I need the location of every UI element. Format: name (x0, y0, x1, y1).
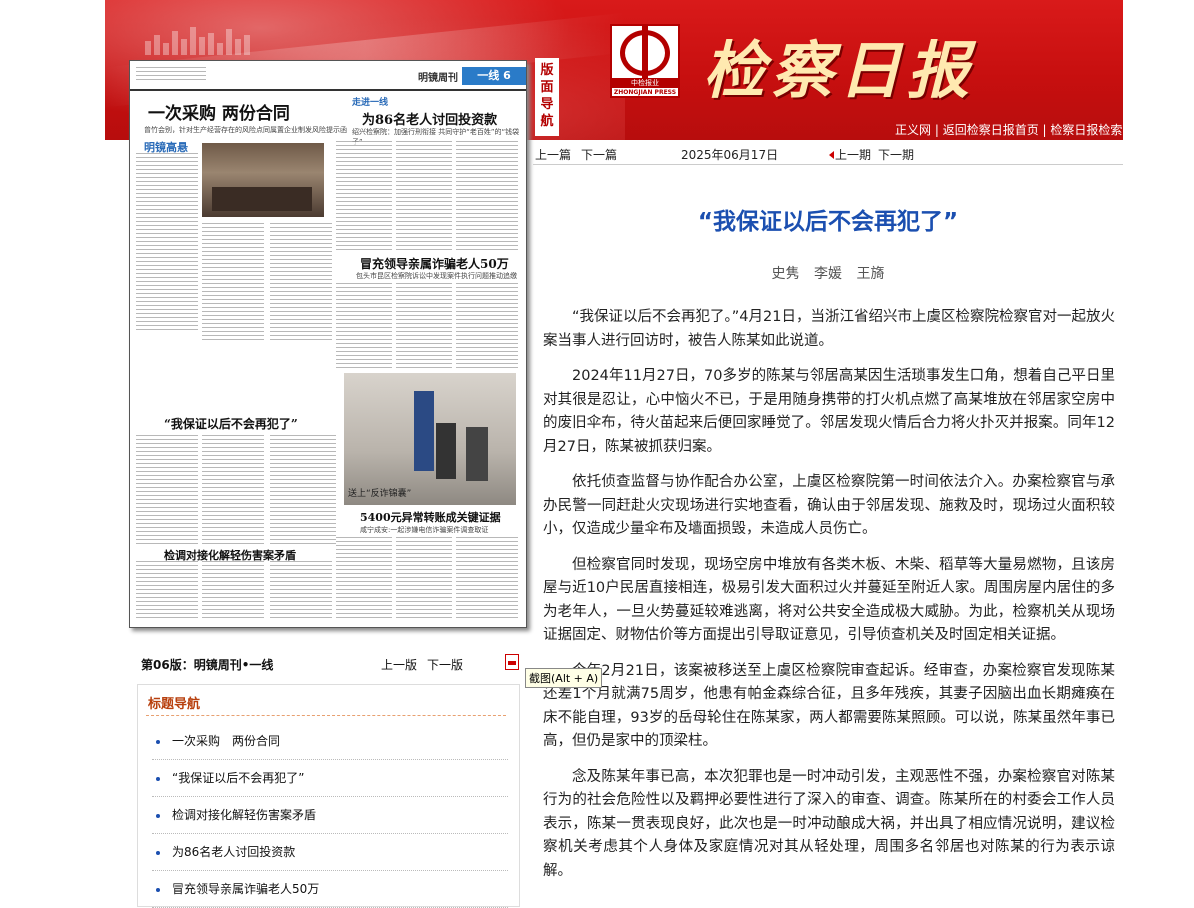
next-article-link[interactable]: 下一篇 (581, 146, 617, 163)
screenshot-tooltip: 截图(Alt + A) (525, 668, 603, 688)
logo-text: 中检报业 (612, 78, 678, 88)
layout-nav-tag: 版面导航 (535, 58, 559, 136)
court-photo (202, 143, 324, 217)
photo-caption: 送上“反诈锦囊” (348, 489, 412, 499)
title-nav-item[interactable]: 检调对接化解轻伤害案矛盾 (152, 797, 508, 834)
title-nav-item[interactable]: 为86名老人讨回投资款 (152, 834, 508, 871)
page-label: 第06版：明镜周刊•一线 (141, 658, 274, 672)
prev-issue-arrow-icon (829, 151, 834, 159)
article-paragraph: 2024年11月27日，70多岁的陈某与邻居高某因生活琐事发生口角，想着自己平日… (543, 368, 1115, 455)
title-nav-item-label[interactable]: “我保证以后不会再犯了” (172, 771, 304, 785)
bullet-icon (156, 887, 160, 892)
prev-page-link[interactable]: 上一版 (381, 656, 417, 673)
skyline-decoration (145, 25, 275, 55)
article-paragraph: 依托侦查监督与协作配合办公室，上虞区检察院第一时间依法介入。办案检察官与承办民警… (543, 474, 1115, 537)
scan-headline-4[interactable]: “我保证以后不会再犯了” (164, 415, 298, 432)
bullet-icon (156, 739, 160, 744)
title-nav-item-label[interactable]: 冒充领导亲属诈骗老人50万 (172, 882, 319, 896)
press-logo: 中检报业 ZHONGJIAN PRESS (610, 24, 680, 98)
scan-headline-1[interactable]: 一次采购 两份合同 (148, 99, 290, 124)
next-issue-link[interactable]: 下一期 (878, 146, 914, 163)
scan-headline-3[interactable]: 冒充领导亲属诈骗老人50万 (360, 255, 509, 272)
scan-sub-3: 包头市昆区检察院诉讼中发现案件执行问题推动追缴 (356, 272, 517, 280)
title-nav-item-label[interactable]: 一次采购 两份合同 (172, 734, 280, 748)
title-nav-item[interactable]: 冒充领导亲属诈骗老人50万 (152, 871, 508, 908)
scan-header: 明镜周刊 一线 6 (130, 61, 526, 91)
title-navigation: 标题导航 一次采购 两份合同 “我保证以后不会再犯了” 检调对接化解轻伤害案矛盾… (137, 684, 520, 908)
article-paragraph: “我保证以后不会再犯了。”4月21日，当浙江省绍兴市上虞区检察院检察官对一起放火… (543, 309, 1115, 349)
prev-article-link[interactable]: 上一篇 (535, 146, 571, 163)
title-nav-item-label[interactable]: 为86名老人讨回投资款 (172, 845, 295, 859)
article-title: “我保证以后不会再犯了” (697, 209, 959, 235)
scan-headline-2[interactable]: 为86名老人讨回投资款 (362, 109, 497, 128)
article-paragraph: 但检察官同时发现，现场空房中堆放有各类木板、木柴、稻草等大量易燃物，且该房屋与近… (543, 556, 1115, 644)
logo-sub-text: ZHONGJIAN PRESS (613, 89, 677, 96)
newspaper-title: 检察日报 (703, 34, 976, 107)
title-nav-item[interactable]: 一次采购 两份合同 (152, 723, 508, 760)
bullet-icon (156, 776, 160, 781)
bullet-icon (156, 813, 160, 818)
page-wrapper: 版面导航 中检报业 ZHONGJIAN PRESS 检察日报 正义网 | 返回检… (105, 0, 1123, 908)
scan-tag-2: 走进一线 (352, 98, 389, 108)
next-page-link[interactable]: 下一版 (427, 656, 463, 673)
article-body: “我保证以后不会再犯了。”4月21日，当浙江省绍兴市上虞区检察院检察官对一起放火… (543, 306, 1115, 895)
top-links: 正义网 | 返回检察日报首页 | 检察日报检索 (895, 123, 1123, 137)
title-nav-heading: 标题导航 (148, 697, 201, 712)
scan-page-box: 一线 6 (462, 67, 526, 85)
prev-issue-link[interactable]: 上一期 (835, 148, 871, 162)
link-zhengyi[interactable]: 正义网 (895, 123, 931, 137)
bullet-icon (156, 850, 160, 855)
newspaper-page-scan[interactable]: 明镜周刊 一线 6 一次采购 两份合同 曾竹会别，针对生产经营存在的风险点同属置… (129, 60, 527, 628)
pdf-icon[interactable] (505, 654, 519, 670)
title-nav-item-label[interactable]: 检调对接化解轻伤害案矛盾 (172, 808, 316, 822)
article-paragraph: 今年2月21日，该案被移送至上虞区检察院审查起诉。经审查，办案检察官发现陈某还差… (543, 662, 1115, 750)
article-nav-row: 上一篇 下一篇 2025年06月17日 上一期 下一期 (533, 140, 1123, 165)
scan-sub-1: 曾竹会别，针对生产经营存在的风险点同属置企业制发风险提示函 (144, 126, 347, 134)
link-home[interactable]: 返回检察日报首页 (943, 123, 1039, 137)
anti-fraud-photo: 送上“反诈锦囊” (344, 373, 516, 505)
article-paragraph: 念及陈某年事已高，本次犯罪也是一时冲动引发，主观恶性不强，办案检察官对陈某行为的… (543, 768, 1115, 879)
link-search[interactable]: 检察日报检索 (1050, 123, 1122, 137)
scan-sub-5: 咸宁成安:一起涉嫌电信诈骗案件调查取证 (360, 526, 489, 534)
scan-headline-5[interactable]: 5400元异常转账成关键证据 (360, 509, 501, 525)
article-authors: 史隽 李媛 王旖 (771, 266, 885, 282)
issue-date: 2025年06月17日 (681, 148, 779, 162)
scan-page-name: 明镜周刊 (418, 73, 458, 84)
title-nav-item[interactable]: “我保证以后不会再犯了” (152, 760, 508, 797)
